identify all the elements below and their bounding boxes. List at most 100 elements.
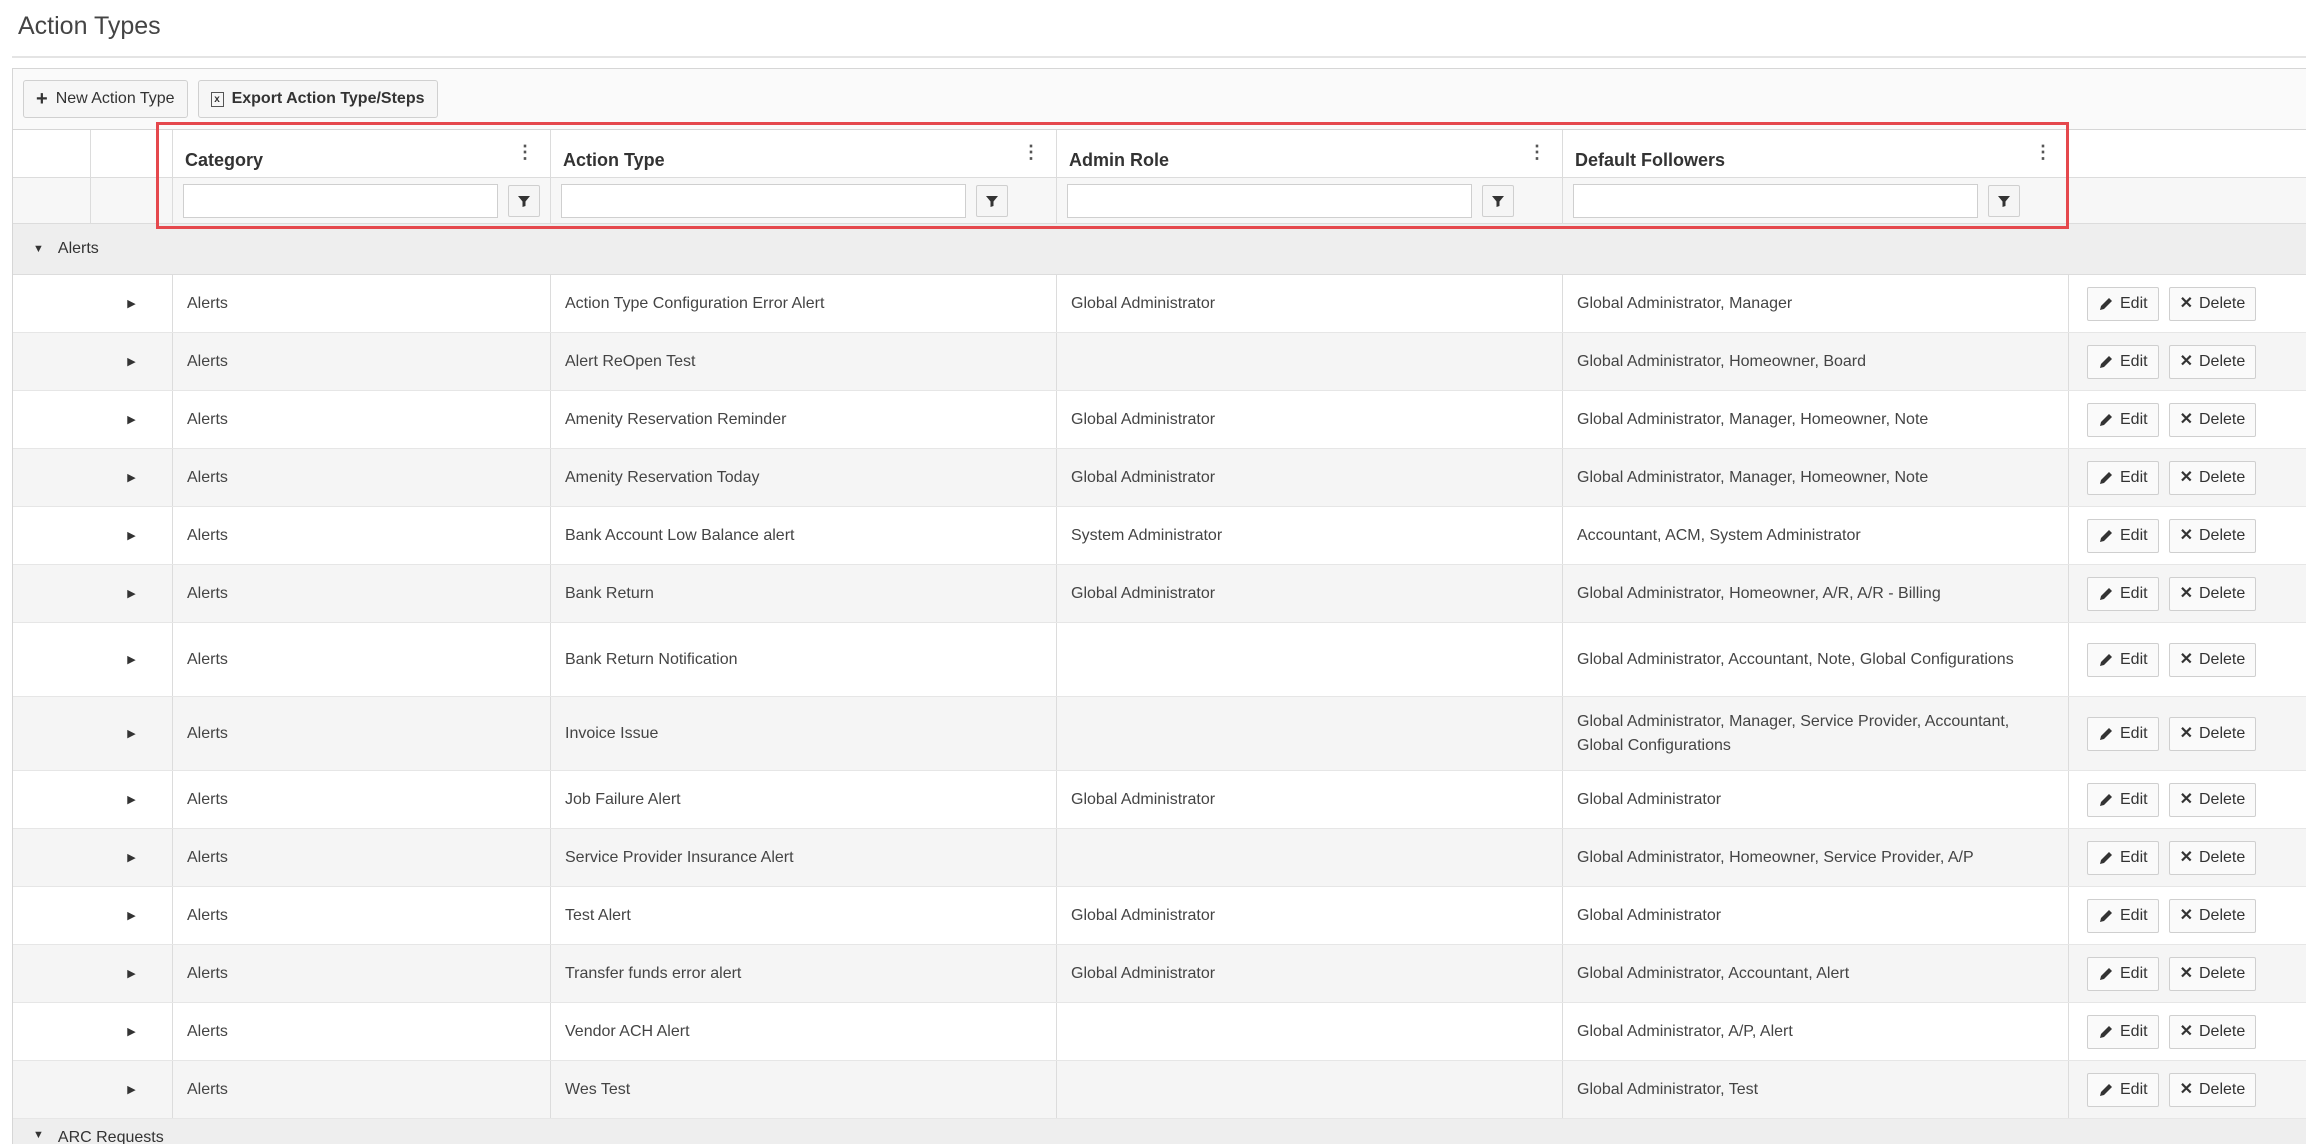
delete-button[interactable]: ✕ Delete [2168, 1072, 2257, 1107]
edit-button[interactable]: Edit [2087, 286, 2159, 321]
export-label: Export Action Type/Steps [231, 90, 425, 107]
edit-button[interactable]: Edit [2087, 642, 2159, 677]
delete-button[interactable]: ✕ Delete [2168, 576, 2257, 611]
table-row[interactable]: ▶ Alerts Job Failure Alert Global Administr… [13, 771, 2306, 829]
cell-action-type: Wes Test [551, 1061, 1057, 1118]
caret-right-icon[interactable]: ▶ [127, 788, 135, 812]
row-expand-cell: ▶ [91, 333, 173, 390]
admin-role-filter-input[interactable] [1067, 183, 1472, 218]
caret-right-icon[interactable]: ▶ [127, 1020, 135, 1044]
table-row[interactable]: ▶ Alerts Bank Return Global Administrator Gl… [13, 565, 2306, 623]
cell-default-followers: Global Administrator, Accountant, Alert [1563, 945, 2069, 1002]
caret-right-icon[interactable]: ▶ [127, 722, 135, 746]
table-row[interactable]: ▶ Alerts Action Type Configuration Error A… [13, 275, 2306, 333]
edit-button[interactable]: Edit [2087, 956, 2159, 991]
column-header-admin-role[interactable]: Admin Role ⋮ [1057, 130, 1563, 177]
filter-cell-category [173, 178, 551, 223]
row-actions: Edit ✕ Delete [2069, 507, 2306, 564]
edit-button[interactable]: Edit [2087, 898, 2159, 933]
delete-button[interactable]: ✕ Delete [2168, 956, 2257, 991]
caret-right-icon[interactable]: ▶ [127, 582, 135, 606]
cell-default-followers: Global Administrator [1563, 771, 2069, 828]
table-row[interactable]: ▶ Alerts Amenity Reservation Reminder Globa… [13, 391, 2306, 449]
table-row[interactable]: ▶ Alerts Vendor ACH Alert Global Administra… [13, 1003, 2306, 1061]
delete-button[interactable]: ✕ Delete [2168, 898, 2257, 933]
edit-label: Edit [2120, 294, 2148, 312]
delete-button[interactable]: ✕ Delete [2168, 286, 2257, 321]
edit-button[interactable]: Edit [2087, 1014, 2159, 1049]
column-header-action-type[interactable]: Action Type ⋮ [551, 130, 1057, 177]
delete-button[interactable]: ✕ Delete [2168, 518, 2257, 553]
delete-button[interactable]: ✕ Delete [2168, 344, 2257, 379]
caret-right-icon[interactable]: ▶ [127, 524, 135, 548]
row-spacer [13, 697, 91, 770]
filter-button[interactable] [508, 184, 540, 217]
kebab-icon[interactable]: ⋮ [1022, 142, 1040, 163]
row-expand-cell: ▶ [91, 829, 173, 886]
caret-right-icon[interactable]: ▶ [127, 466, 135, 490]
kebab-icon[interactable]: ⋮ [516, 142, 534, 163]
caret-down-icon[interactable]: ▼ [33, 1129, 44, 1141]
table-row[interactable]: ▶ Alerts Service Provider Insurance Alert G… [13, 829, 2306, 887]
table-row[interactable]: ▶ Alerts Bank Return Notification Global Ad… [13, 623, 2306, 697]
row-spacer [13, 333, 91, 390]
delete-button[interactable]: ✕ Delete [2168, 782, 2257, 817]
caret-right-icon[interactable]: ▶ [127, 846, 135, 870]
cell-default-followers: Global Administrator, Homeowner, Board [1563, 333, 2069, 390]
edit-button[interactable]: Edit [2087, 460, 2159, 495]
table-row[interactable]: ▶ Alerts Wes Test Global Administrator, Tes… [13, 1061, 2306, 1119]
delete-button[interactable]: ✕ Delete [2168, 642, 2257, 677]
pencil-icon [2100, 727, 2112, 740]
edit-button[interactable]: Edit [2087, 716, 2159, 751]
kebab-icon[interactable]: ⋮ [2034, 142, 2052, 163]
caret-right-icon[interactable]: ▶ [127, 408, 135, 432]
table-row[interactable]: ▶ Alerts Bank Account Low Balance alert Sys… [13, 507, 2306, 565]
caret-right-icon[interactable]: ▶ [127, 1078, 135, 1102]
delete-button[interactable]: ✕ Delete [2168, 402, 2257, 437]
cell-admin-role [1057, 1003, 1563, 1060]
kebab-icon[interactable]: ⋮ [1528, 142, 1546, 163]
x-icon: ✕ [2179, 906, 2193, 924]
caret-right-icon[interactable]: ▶ [127, 350, 135, 374]
table-row[interactable]: ▶ Alerts Transfer funds error alert Global … [13, 945, 2306, 1003]
edit-button[interactable]: Edit [2087, 782, 2159, 817]
default-followers-filter-input[interactable] [1573, 183, 1978, 218]
column-header-category[interactable]: Category ⋮ [173, 130, 551, 177]
edit-button[interactable]: Edit [2087, 518, 2159, 553]
edit-button[interactable]: Edit [2087, 402, 2159, 437]
new-action-type-button[interactable]: + New Action Type [23, 80, 188, 118]
edit-label: Edit [2120, 848, 2148, 866]
delete-button[interactable]: ✕ Delete [2168, 716, 2257, 751]
edit-button[interactable]: Edit [2087, 576, 2159, 611]
group-header-alerts[interactable]: ▼ Alerts [13, 224, 2306, 275]
action-type-filter-input[interactable] [561, 183, 966, 218]
column-header-default-followers[interactable]: Default Followers ⋮ [1563, 130, 2069, 177]
delete-button[interactable]: ✕ Delete [2168, 1014, 2257, 1049]
delete-button[interactable]: ✕ Delete [2168, 840, 2257, 875]
table-row[interactable]: ▶ Alerts Invoice Issue Global Administrator… [13, 697, 2306, 771]
edit-button[interactable]: Edit [2087, 840, 2159, 875]
x-icon: ✕ [2179, 584, 2193, 602]
filter-button[interactable] [976, 184, 1008, 217]
pencil-icon [2100, 851, 2112, 864]
edit-button[interactable]: Edit [2087, 344, 2159, 379]
table-row[interactable]: ▶ Alerts Test Alert Global Administrator Glo… [13, 887, 2306, 945]
edit-label: Edit [2120, 650, 2148, 668]
caret-right-icon[interactable]: ▶ [127, 292, 135, 316]
delete-button[interactable]: ✕ Delete [2168, 460, 2257, 495]
caret-right-icon[interactable]: ▶ [127, 962, 135, 986]
group-header-arc-requests[interactable]: ▼ ARC Requests [13, 1119, 2306, 1144]
caret-right-icon[interactable]: ▶ [127, 904, 135, 928]
table-row[interactable]: ▶ Alerts Alert ReOpen Test Global Administr… [13, 333, 2306, 391]
caret-right-icon[interactable]: ▶ [127, 648, 135, 672]
table-row[interactable]: ▶ Alerts Amenity Reservation Today Global A… [13, 449, 2306, 507]
category-filter-input[interactable] [183, 183, 498, 218]
edit-button[interactable]: Edit [2087, 1072, 2159, 1107]
row-actions: Edit ✕ Delete [2069, 333, 2306, 390]
cell-default-followers: Global Administrator, A/P, Alert [1563, 1003, 2069, 1060]
filter-button[interactable] [1988, 184, 2020, 217]
filter-cell-action-type [551, 178, 1057, 223]
export-action-type-button[interactable]: x Export Action Type/Steps [197, 80, 438, 118]
filter-button[interactable] [1482, 184, 1514, 217]
caret-down-icon[interactable]: ▼ [33, 243, 44, 255]
